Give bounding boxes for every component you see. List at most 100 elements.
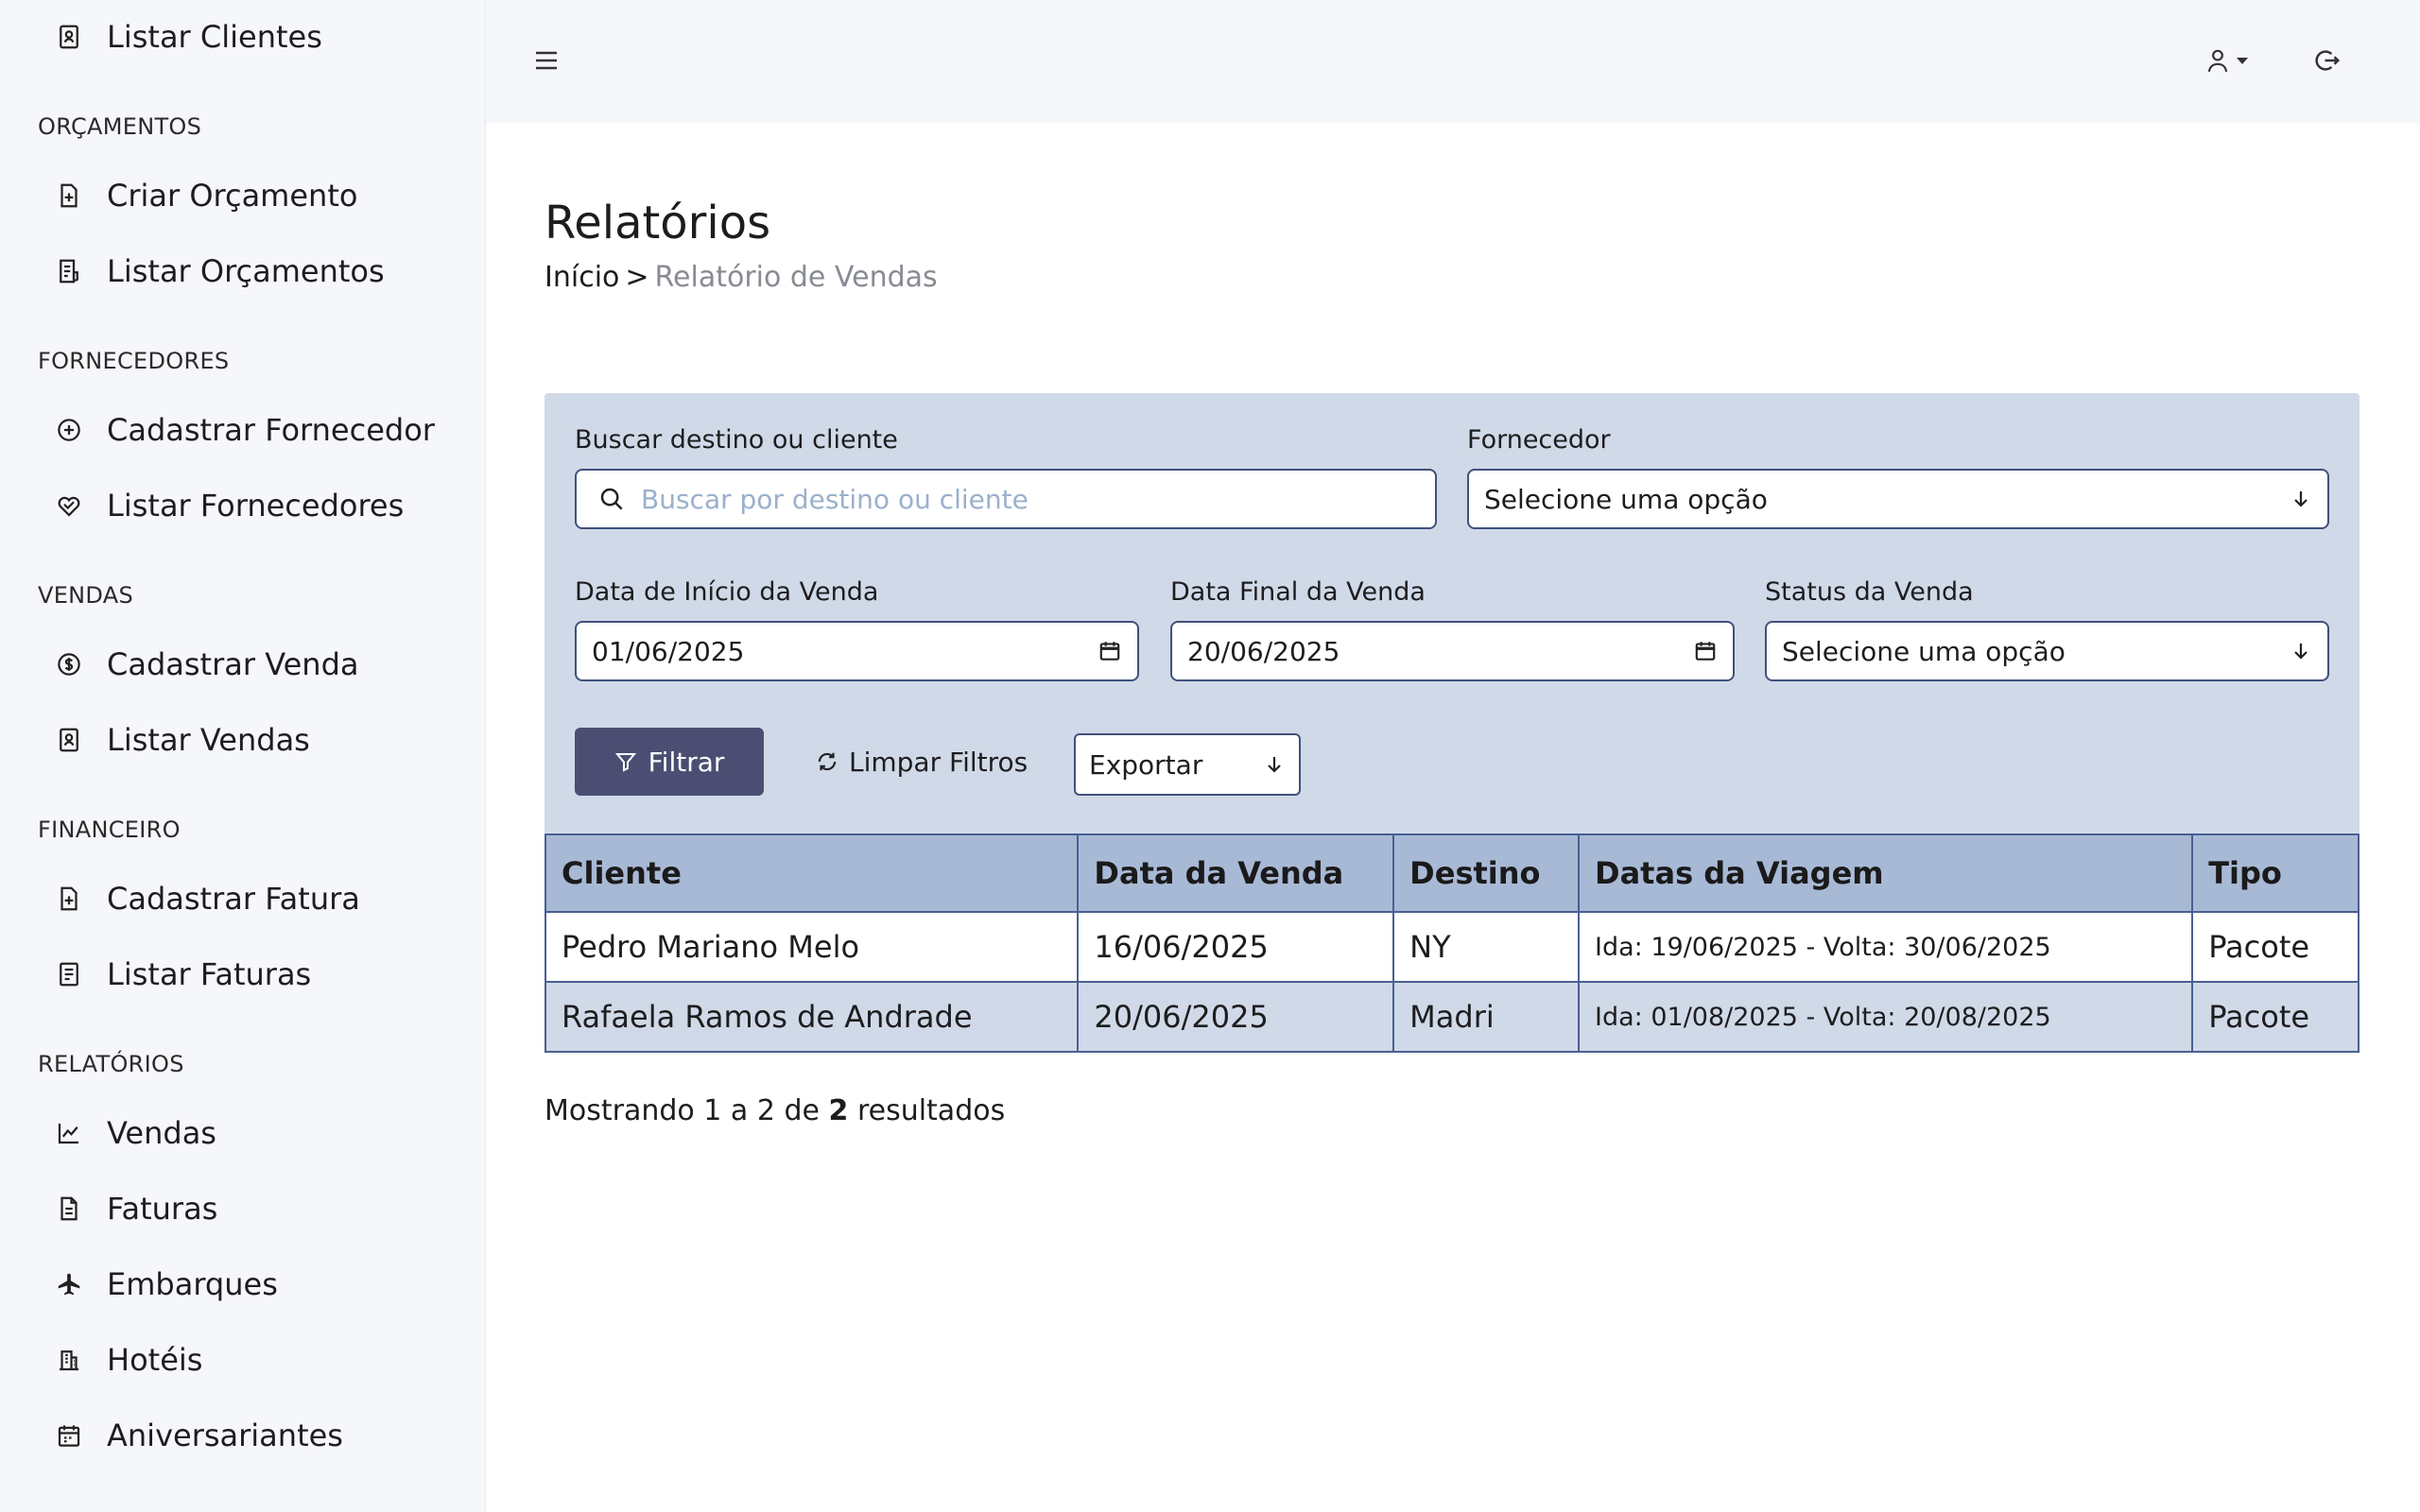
- cell-tipo: Pacote: [2191, 981, 2360, 1053]
- cell-tipo: Pacote: [2191, 911, 2360, 983]
- arrow-down-icon: [1263, 753, 1286, 776]
- pagination-prefix: Mostrando 1 a 2 de: [544, 1094, 820, 1127]
- export-select[interactable]: Exportar: [1074, 733, 1301, 796]
- cell-data-venda: 16/06/2025: [1077, 911, 1395, 983]
- user-menu-button[interactable]: [2199, 42, 2256, 79]
- money-icon: [53, 648, 85, 680]
- section-title-vendas: VENDAS: [38, 582, 134, 609]
- cell-datas-viagem: Ida: 01/08/2025 - Volta: 20/08/2025: [1578, 981, 2194, 1053]
- pagination-total: 2: [828, 1094, 849, 1127]
- file-list-icon: [53, 255, 85, 287]
- filter-button-label: Filtrar: [648, 746, 725, 778]
- contact-book-icon: [53, 724, 85, 756]
- calendar-picker-icon[interactable]: [1098, 639, 1122, 663]
- section-title-relatorios: RELATÓRIOS: [38, 1051, 184, 1077]
- start-date-label: Data de Início da Venda: [575, 577, 879, 607]
- sidebar-item-listar-vendas[interactable]: Listar Vendas: [0, 707, 486, 773]
- sidebar-item-criar-orcamento[interactable]: Criar Orçamento: [0, 163, 486, 229]
- sidebar-item-cadastrar-venda[interactable]: Cadastrar Venda: [0, 631, 486, 697]
- start-date-value: 01/06/2025: [592, 635, 745, 667]
- document-icon: [53, 1193, 85, 1225]
- cell-data-venda: 20/06/2025: [1077, 981, 1395, 1053]
- sidebar-item-listar-faturas[interactable]: Listar Faturas: [0, 941, 486, 1007]
- add-circle-icon: [53, 414, 85, 446]
- calendar-picker-icon[interactable]: [1693, 639, 1718, 663]
- column-header-cliente[interactable]: Cliente: [544, 833, 1080, 913]
- sidebar-item-hoteis[interactable]: Hotéis: [0, 1327, 486, 1393]
- column-header-datas-viagem[interactable]: Datas da Viagem: [1578, 833, 2194, 913]
- section-title-fornecedores: FORNECEDORES: [38, 348, 230, 374]
- supplier-label: Fornecedor: [1467, 425, 1611, 455]
- building-icon: [53, 1344, 85, 1376]
- sidebar-item-label: Cadastrar Venda: [107, 646, 359, 682]
- sidebar-item-label: Faturas: [107, 1191, 218, 1227]
- arrow-down-icon: [2290, 640, 2312, 662]
- funnel-icon: [614, 750, 637, 773]
- sidebar-item-label: Cadastrar Fatura: [107, 881, 360, 917]
- sidebar-item-label: Vendas: [107, 1115, 216, 1151]
- sidebar-item-label: Listar Fornecedores: [107, 488, 405, 524]
- refresh-icon: [815, 749, 839, 774]
- file-text-icon: [53, 958, 85, 990]
- arrow-down-icon: [2290, 488, 2312, 510]
- filter-button[interactable]: Filtrar: [575, 728, 764, 796]
- sidebar-item-cadastrar-fatura[interactable]: Cadastrar Fatura: [0, 866, 486, 932]
- clear-filters-label: Limpar Filtros: [849, 746, 1028, 778]
- sidebar-item-listar-fornecedores[interactable]: Listar Fornecedores: [0, 472, 486, 539]
- sidebar-item-embarques[interactable]: Embarques: [0, 1251, 486, 1317]
- table-header-row: Cliente Data da Venda Destino Datas da V…: [544, 833, 2360, 913]
- sidebar-item-label: Listar Vendas: [107, 722, 310, 758]
- pagination-suffix: resultados: [856, 1094, 1006, 1127]
- end-date-value: 20/06/2025: [1187, 635, 1340, 667]
- sidebar-item-relatorio-faturas[interactable]: Faturas: [0, 1176, 486, 1242]
- table-row[interactable]: Pedro Mariano Melo 16/06/2025 NY Ida: 19…: [544, 911, 2360, 983]
- breadcrumb-current: Relatório de Vendas: [654, 261, 938, 294]
- pagination-info: Mostrando 1 a 2 de 2 resultados: [544, 1094, 1005, 1127]
- plane-icon: [53, 1268, 85, 1300]
- status-select-value: Selecione uma opção: [1782, 635, 2066, 667]
- hamburger-icon[interactable]: [527, 42, 565, 79]
- sidebar-item-label: Hotéis: [107, 1342, 203, 1378]
- search-placeholder: Buscar por destino ou cliente: [641, 483, 1028, 515]
- breadcrumb: Início > Relatório de Vendas: [544, 261, 938, 294]
- results-table: Cliente Data da Venda Destino Datas da V…: [544, 833, 2360, 1053]
- sidebar-item-listar-clientes[interactable]: Listar Clientes: [0, 4, 486, 70]
- column-header-data-venda[interactable]: Data da Venda: [1077, 833, 1395, 913]
- caret-down-icon: [2236, 56, 2249, 65]
- search-input[interactable]: Buscar por destino ou cliente: [575, 469, 1437, 529]
- sidebar-item-cadastrar-fornecedor[interactable]: Cadastrar Fornecedor: [0, 397, 486, 463]
- page-title: Relatórios: [544, 197, 771, 249]
- cell-datas-viagem: Ida: 19/06/2025 - Volta: 30/06/2025: [1578, 911, 2194, 983]
- column-header-tipo[interactable]: Tipo: [2191, 833, 2360, 913]
- start-date-input[interactable]: 01/06/2025: [575, 621, 1139, 681]
- sidebar-item-aniversariantes[interactable]: Aniversariantes: [0, 1402, 486, 1469]
- line-chart-icon: [53, 1117, 85, 1149]
- breadcrumb-separator: >: [625, 261, 649, 294]
- clear-filters-button[interactable]: Limpar Filtros: [815, 743, 1028, 781]
- table-row[interactable]: Rafaela Ramos de Andrade 20/06/2025 Madr…: [544, 981, 2360, 1053]
- sidebar-item-label: Aniversariantes: [107, 1418, 343, 1453]
- file-add-icon: [53, 883, 85, 915]
- sidebar-item-label: Listar Clientes: [107, 19, 322, 55]
- cell-cliente: Rafaela Ramos de Andrade: [544, 981, 1080, 1053]
- sidebar-item-relatorio-vendas[interactable]: Vendas: [0, 1100, 486, 1166]
- status-select[interactable]: Selecione uma opção: [1765, 621, 2329, 681]
- end-date-input[interactable]: 20/06/2025: [1170, 621, 1735, 681]
- export-select-value: Exportar: [1089, 748, 1203, 781]
- column-header-destino[interactable]: Destino: [1392, 833, 1581, 913]
- end-date-label: Data Final da Venda: [1170, 577, 1426, 607]
- sidebar-item-label: Embarques: [107, 1266, 278, 1302]
- sidebar-item-label: Listar Faturas: [107, 956, 312, 992]
- status-label: Status da Venda: [1765, 577, 1974, 607]
- supplier-select[interactable]: Selecione uma opção: [1467, 469, 2329, 529]
- breadcrumb-home-link[interactable]: Início: [544, 261, 619, 294]
- supplier-select-value: Selecione uma opção: [1484, 483, 1768, 515]
- contact-book-icon: [53, 21, 85, 53]
- cell-destino: NY: [1392, 911, 1581, 983]
- user-icon: [2205, 47, 2230, 74]
- cell-cliente: Pedro Mariano Melo: [544, 911, 1080, 983]
- sidebar-item-label: Listar Orçamentos: [107, 253, 385, 289]
- logout-icon[interactable]: [2308, 42, 2346, 79]
- section-title-financeiro: FINANCEIRO: [38, 816, 181, 843]
- sidebar-item-listar-orcamentos[interactable]: Listar Orçamentos: [0, 238, 486, 304]
